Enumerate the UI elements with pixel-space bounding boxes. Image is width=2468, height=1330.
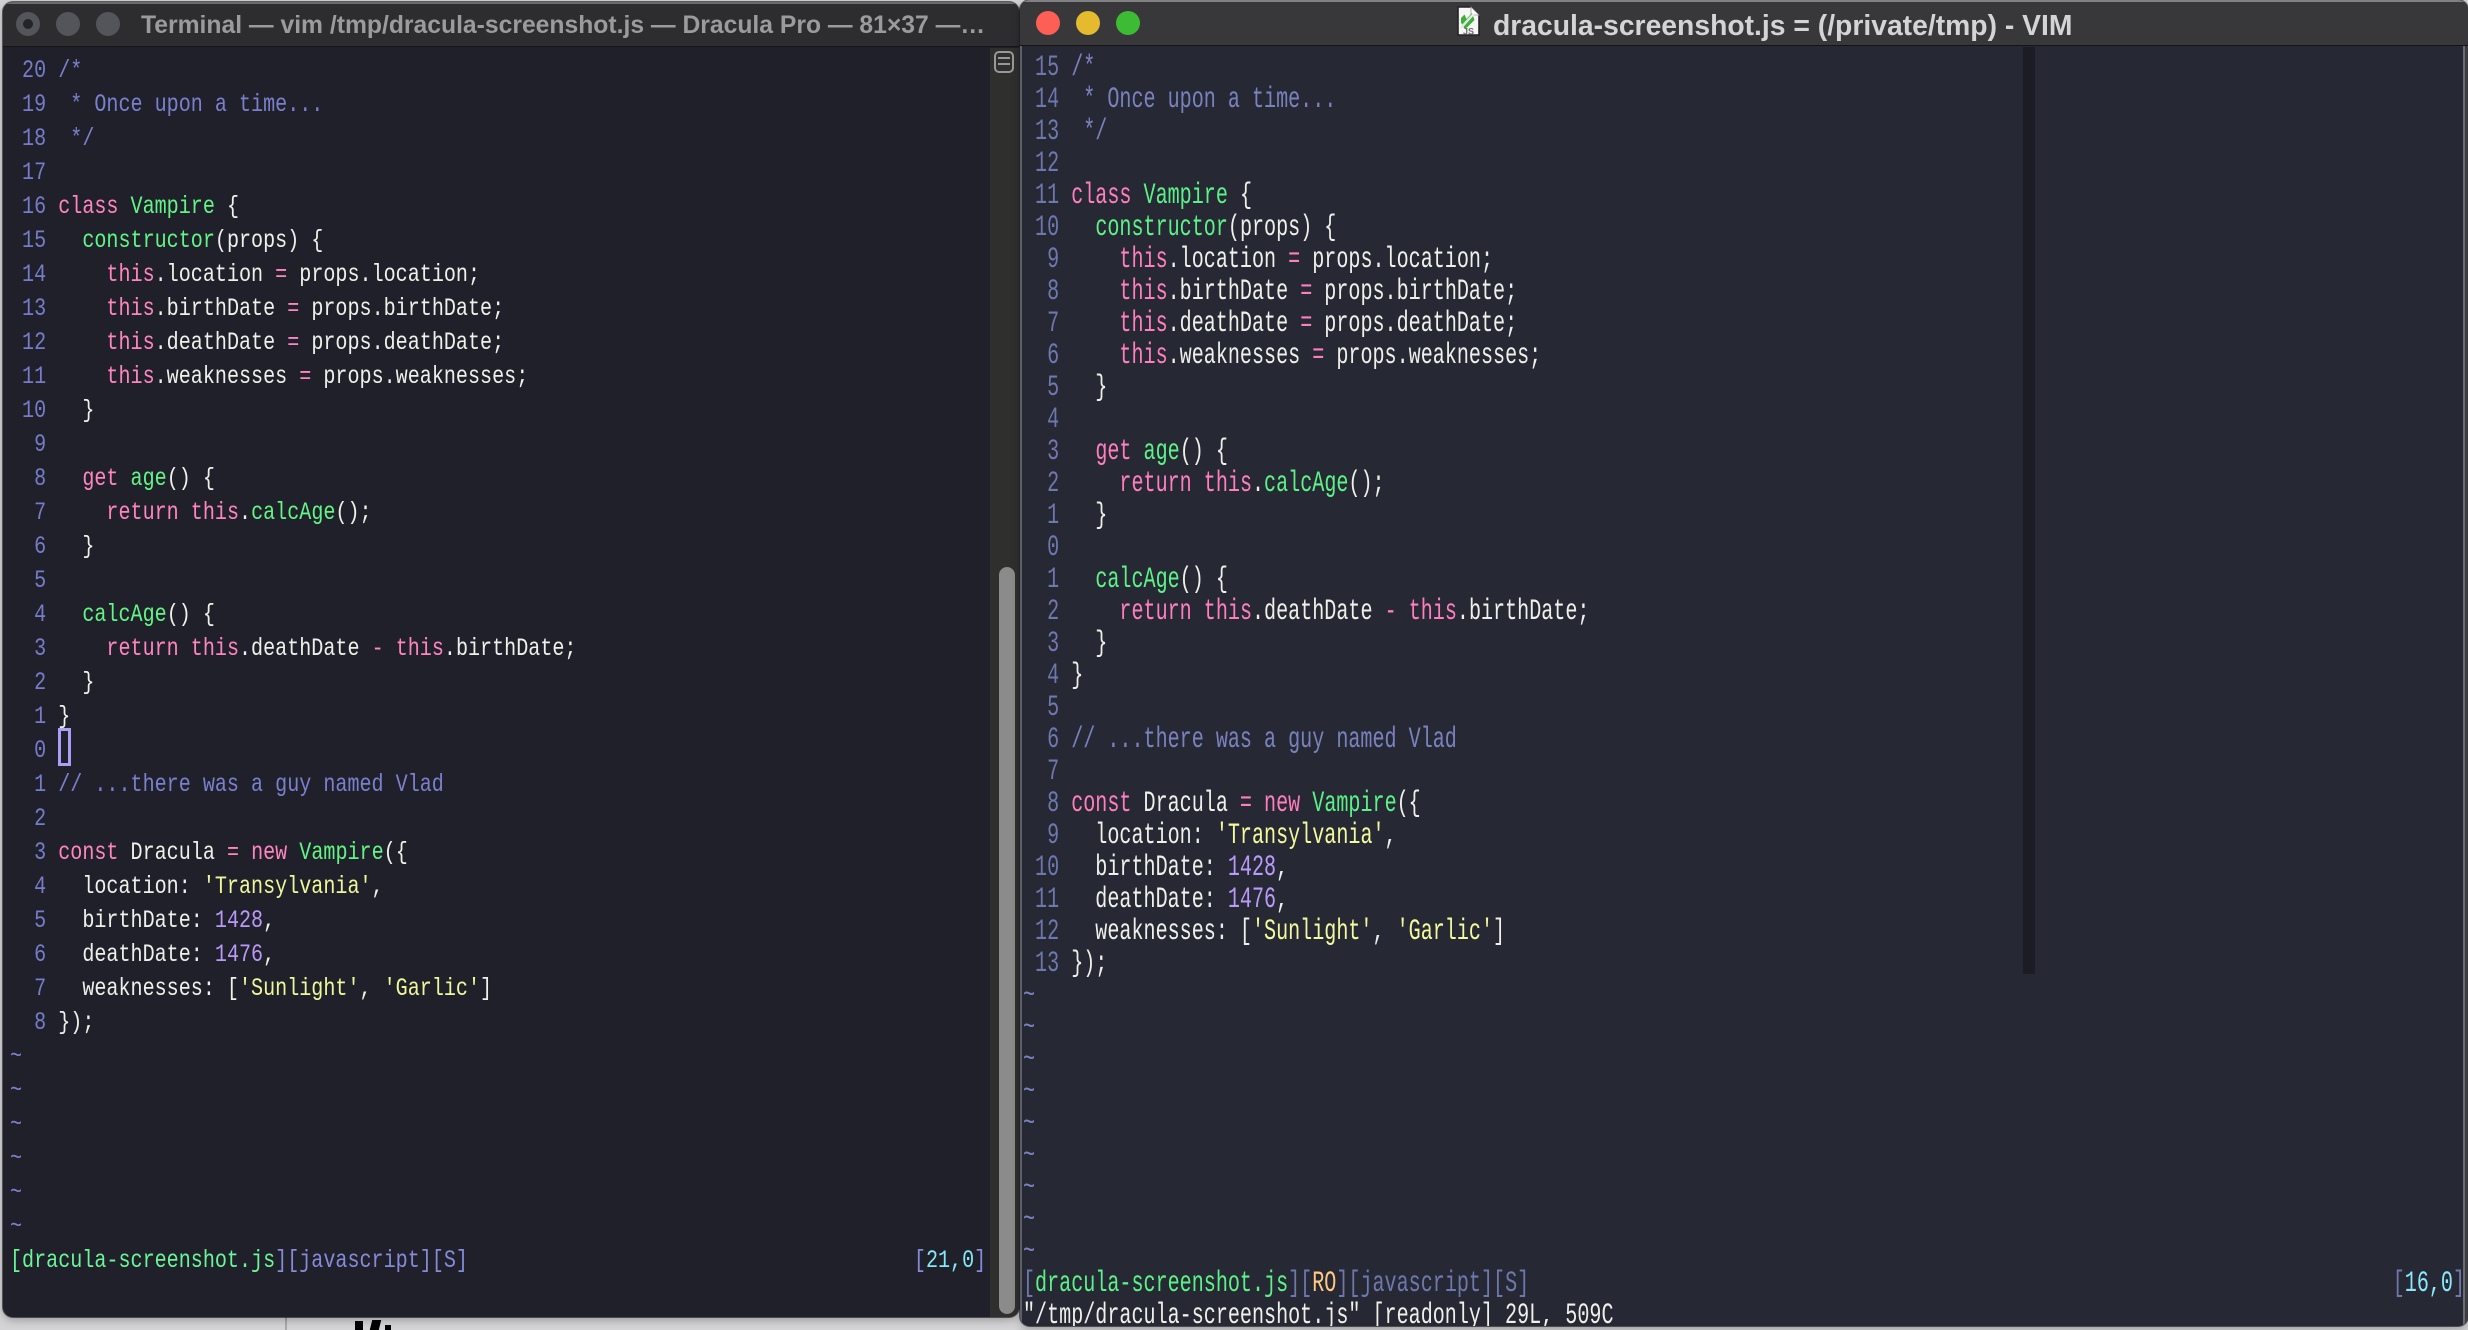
- svg-text:JS: JS: [1463, 27, 1474, 37]
